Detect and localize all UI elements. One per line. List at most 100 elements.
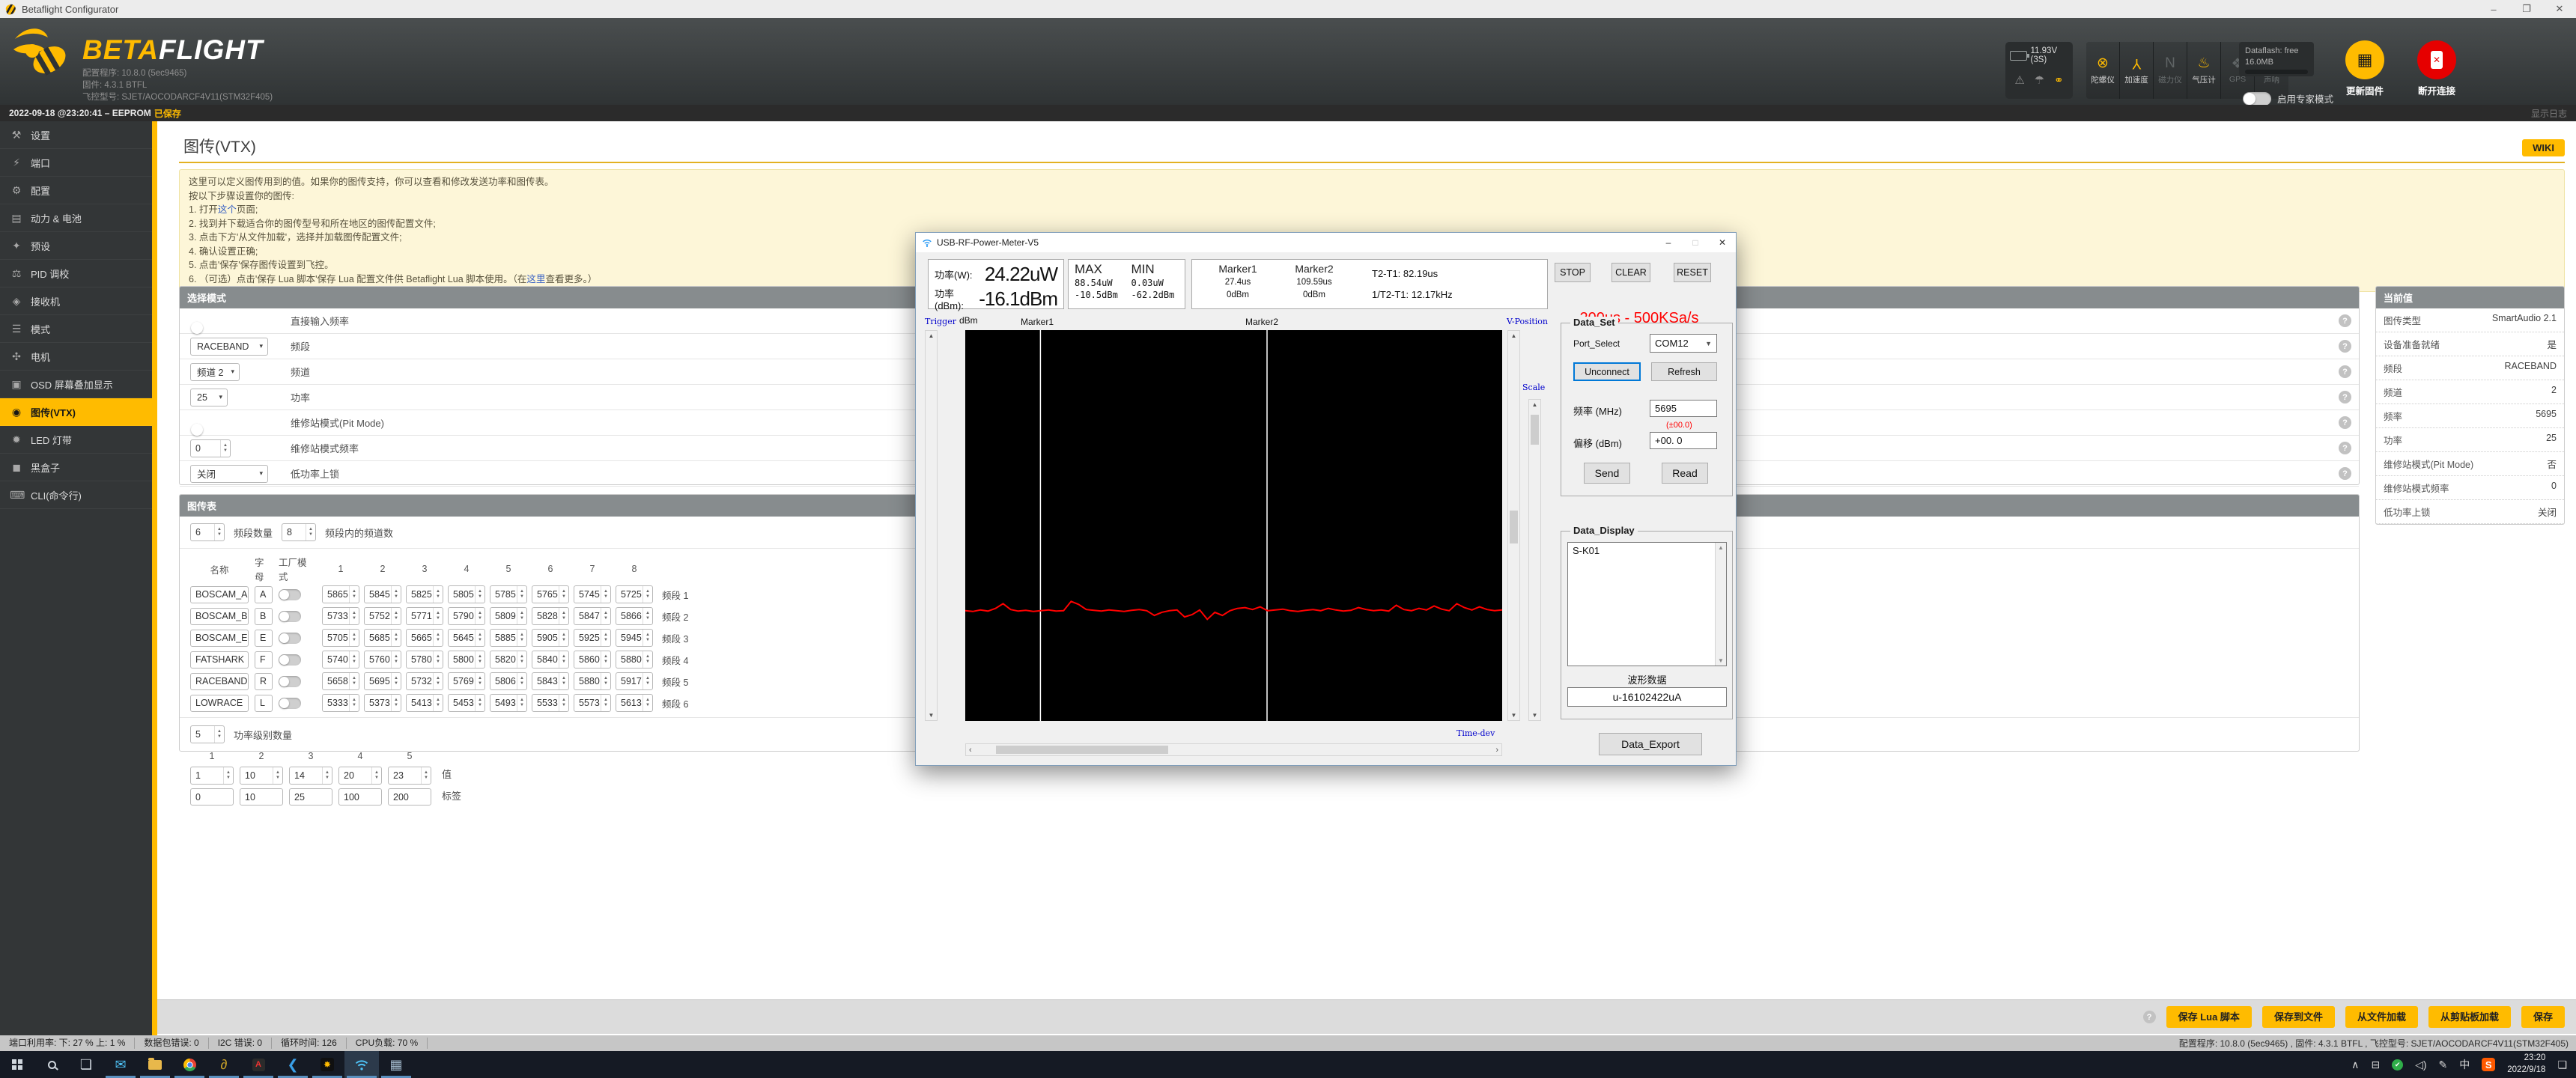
mode-select-3[interactable]: 25▾	[190, 389, 228, 406]
spinner-arrows-icon[interactable]: ▲▼	[433, 673, 443, 689]
spinner-arrows-icon[interactable]: ▲▼	[559, 695, 568, 711]
factory-mode-toggle[interactable]	[279, 633, 301, 644]
spinner-arrows-icon[interactable]: ▲▼	[433, 586, 443, 603]
freq-spin-4-2[interactable]: 5760▲▼	[364, 651, 401, 669]
freq-spin-5-2[interactable]: 5695▲▼	[364, 672, 401, 690]
freq-spin-1-1[interactable]: 5865▲▼	[322, 585, 359, 603]
freq-spin-5-5[interactable]: 5806▲▼	[490, 672, 527, 690]
defender-icon[interactable]: ✔	[2392, 1059, 2403, 1071]
power-value-spin-5[interactable]: 23▲▼	[388, 767, 431, 785]
factory-mode-toggle[interactable]	[279, 611, 301, 622]
band-name-input[interactable]: RACEBAND	[190, 673, 249, 690]
freq-spin-2-6[interactable]: 5828▲▼	[532, 607, 569, 625]
spinner-arrows-icon[interactable]: ▲▼	[322, 767, 332, 784]
spinner-arrows-icon[interactable]: ▲▼	[601, 651, 610, 668]
channels-count-spin[interactable]: 8▲▼	[282, 523, 316, 541]
freq-spin-5-7[interactable]: 5880▲▼	[574, 672, 611, 690]
help-icon[interactable]: ?	[2339, 442, 2351, 454]
freq-spin-3-1[interactable]: 5705▲▼	[322, 629, 359, 647]
spinner-arrows-icon[interactable]: ▲▼	[643, 673, 652, 689]
expert-toggle-icon[interactable]	[2243, 92, 2271, 106]
spinner-arrows-icon[interactable]: ▲▼	[601, 586, 610, 603]
spinner-arrows-icon[interactable]: ▲▼	[349, 586, 359, 603]
spinner-arrows-icon[interactable]: ▲▼	[349, 608, 359, 624]
sidebar-item-modes[interactable]: ☰模式	[0, 315, 152, 343]
taskbar-start[interactable]	[0, 1051, 34, 1078]
spinner-arrows-icon[interactable]: ▲▼	[475, 673, 484, 689]
sidebar-item-receiver[interactable]: ◈接收机	[0, 287, 152, 315]
reset-button[interactable]: RESET	[1674, 263, 1711, 282]
freq-spin-4-1[interactable]: 5740▲▼	[322, 651, 359, 669]
stop-button[interactable]: STOP	[1555, 263, 1591, 282]
freq-spin-4-8[interactable]: 5880▲▼	[616, 651, 653, 669]
freq-spin-3-7[interactable]: 5925▲▼	[574, 629, 611, 647]
network-icon[interactable]: ⊟	[2371, 1059, 2380, 1071]
spinner-arrows-icon[interactable]: ▲▼	[349, 651, 359, 668]
freq-spin-3-3[interactable]: 5665▲▼	[406, 629, 443, 647]
taskbar-mail[interactable]: ✉	[103, 1051, 138, 1078]
spinner-arrows-icon[interactable]: ▲▼	[517, 630, 526, 646]
freq-spin-6-4[interactable]: 5453▲▼	[448, 694, 485, 712]
taskbar-rf-power-meter[interactable]	[344, 1051, 379, 1078]
freq-spin-3-5[interactable]: 5885▲▼	[490, 629, 527, 647]
spinner-arrows-icon[interactable]: ▲▼	[475, 651, 484, 668]
freq-spin-5-8[interactable]: 5917▲▼	[616, 672, 653, 690]
freq-spin-6-2[interactable]: 5373▲▼	[364, 694, 401, 712]
band-name-input[interactable]: BOSCAM_A	[190, 586, 249, 603]
spinner-arrows-icon[interactable]: ▲▼	[643, 651, 652, 668]
spinner-arrows-icon[interactable]: ▲▼	[421, 767, 431, 784]
data-export-button[interactable]: Data_Export	[1599, 733, 1702, 755]
spinner-arrows-icon[interactable]: ▲▼	[517, 608, 526, 624]
rf-meter-titlebar[interactable]: USB-RF-Power-Meter-V5 – □ ✕	[916, 233, 1736, 252]
show-log-button[interactable]: 显示日志	[2531, 107, 2567, 120]
save-lua-script-button[interactable]: 保存 Lua 脚本	[2166, 1006, 2252, 1028]
help-icon[interactable]: ?	[2339, 391, 2351, 404]
chevron-up-icon[interactable]: ∧	[2351, 1059, 2359, 1071]
freq-spin-3-2[interactable]: 5685▲▼	[364, 629, 401, 647]
freq-spin-6-5[interactable]: 5493▲▼	[490, 694, 527, 712]
read-button[interactable]: Read	[1662, 463, 1708, 484]
spinner-arrows-icon[interactable]: ▲▼	[349, 630, 359, 646]
offset-input[interactable]: +00. 0	[1650, 432, 1717, 449]
freq-spin-2-3[interactable]: 5771▲▼	[406, 607, 443, 625]
freq-spin-5-6[interactable]: 5843▲▼	[532, 672, 569, 690]
freq-spin-1-3[interactable]: 5825▲▼	[406, 585, 443, 603]
spinner-arrows-icon[interactable]: ▲▼	[391, 586, 401, 603]
power-value-spin-4[interactable]: 20▲▼	[338, 767, 382, 785]
freq-spin-5-3[interactable]: 5732▲▼	[406, 672, 443, 690]
scale-scrollbar[interactable]: ▲▼	[1528, 399, 1541, 721]
mode-select-6[interactable]: 关闭▾	[190, 465, 268, 483]
sidebar-item-osd[interactable]: ▣OSD 屏幕叠加显示	[0, 371, 152, 398]
freq-spin-6-6[interactable]: 5533▲▼	[532, 694, 569, 712]
freq-spin-6-8[interactable]: 5613▲▼	[616, 694, 653, 712]
spinner-arrows-icon[interactable]: ▲▼	[559, 586, 568, 603]
freq-input[interactable]: 5695	[1650, 400, 1717, 417]
freq-spin-6-1[interactable]: 5333▲▼	[322, 694, 359, 712]
minimize-icon[interactable]: –	[2477, 0, 2510, 18]
spinner-arrows-icon[interactable]: ▲▼	[601, 673, 610, 689]
meter-close-icon[interactable]: ✕	[1709, 233, 1736, 252]
help-icon[interactable]: ?	[2339, 365, 2351, 378]
help-icon[interactable]: ?	[2339, 314, 2351, 327]
notification-icon[interactable]: ❑	[2557, 1059, 2567, 1071]
spinner-arrows-icon[interactable]: ▲▼	[391, 695, 401, 711]
freq-spin-4-3[interactable]: 5780▲▼	[406, 651, 443, 669]
freq-spin-2-8[interactable]: 5866▲▼	[616, 607, 653, 625]
band-letter-input[interactable]: E	[255, 630, 273, 647]
band-letter-input[interactable]: L	[255, 695, 273, 712]
help-icon[interactable]: ?	[2339, 340, 2351, 353]
freq-spin-4-5[interactable]: 5820▲▼	[490, 651, 527, 669]
sidebar-item-led[interactable]: ✹LED 灯带	[0, 426, 152, 454]
spinner-arrows-icon[interactable]: ▲▼	[273, 767, 282, 784]
sidebar-item-battery[interactable]: ▤动力 & 电池	[0, 204, 152, 232]
freq-spin-6-3[interactable]: 5413▲▼	[406, 694, 443, 712]
ime-indicator[interactable]: 中	[2459, 1057, 2470, 1072]
log-bar[interactable]: 2022-09-18 @23:20:41 – EEPROM 已保存 显示日志	[0, 105, 2576, 121]
port-select-combo[interactable]: COM12▼	[1650, 334, 1717, 353]
freq-spin-3-4[interactable]: 5645▲▼	[448, 629, 485, 647]
freq-spin-3-8[interactable]: 5945▲▼	[616, 629, 653, 647]
band-letter-input[interactable]: B	[255, 608, 273, 625]
help-icon[interactable]: ?	[2143, 1011, 2156, 1023]
factory-mode-toggle[interactable]	[279, 698, 301, 709]
save-button[interactable]: 保存	[2521, 1006, 2565, 1028]
